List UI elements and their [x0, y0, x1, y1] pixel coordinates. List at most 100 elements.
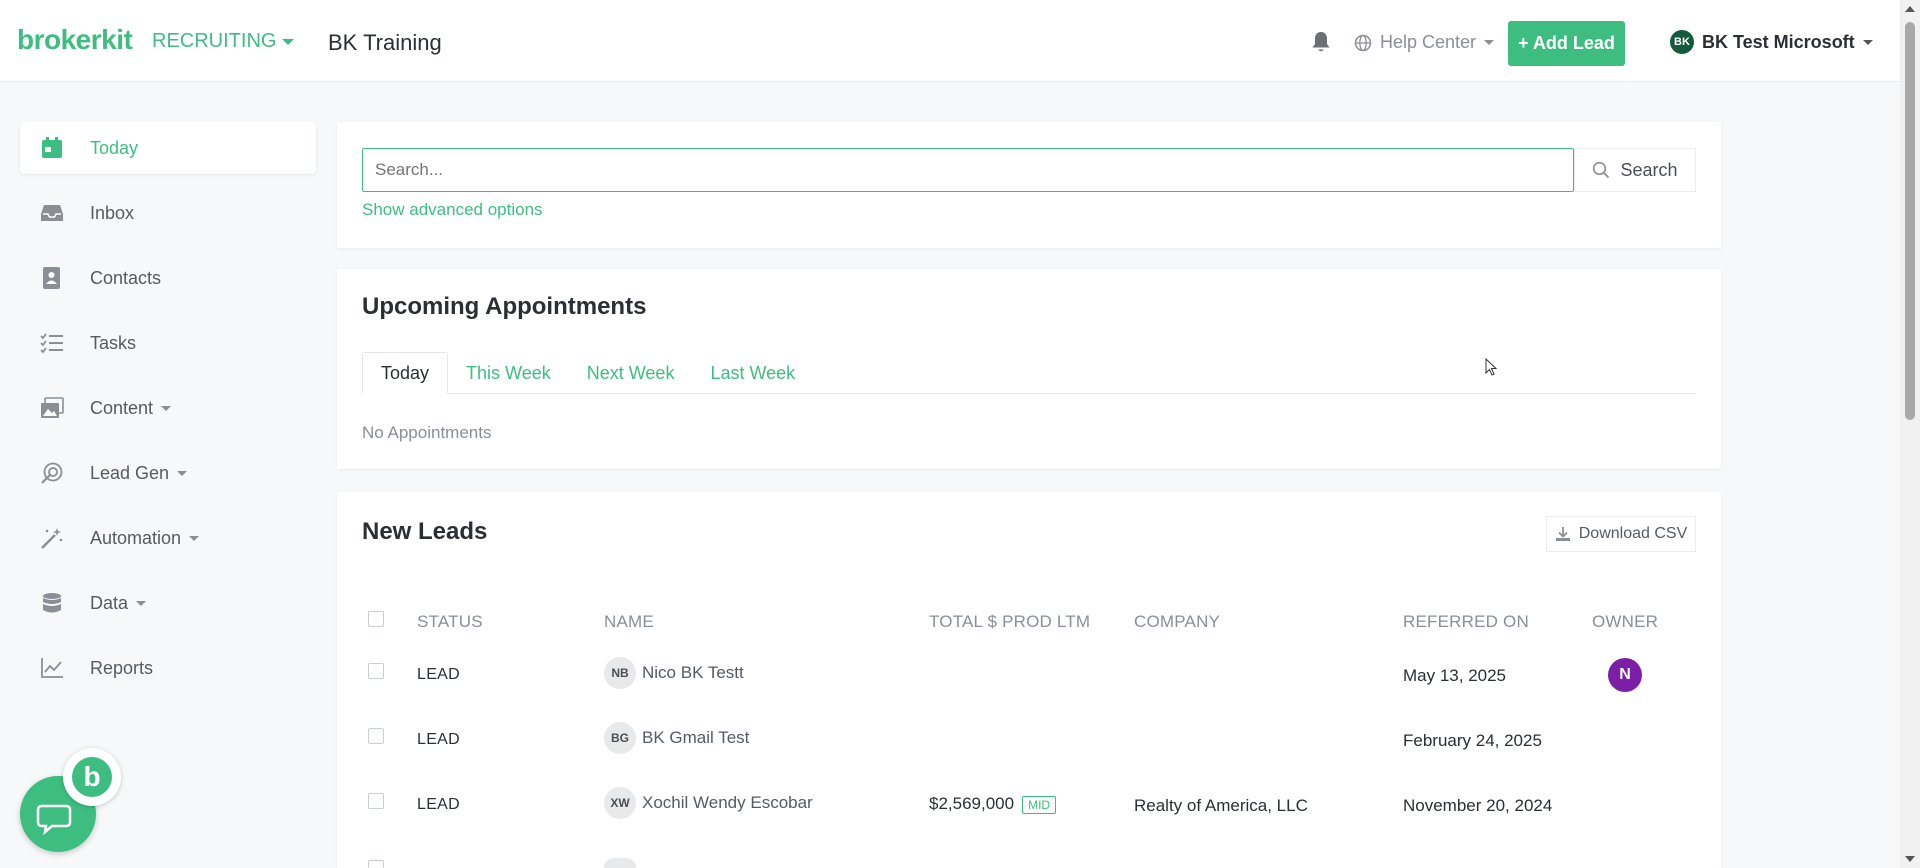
download-csv-button[interactable]: Download CSV	[1546, 516, 1696, 552]
contacts-icon	[43, 267, 60, 289]
brokerkit-logo[interactable]: brokerkit	[17, 24, 133, 56]
tab-next-week[interactable]: Next Week	[569, 352, 693, 394]
chevron-down-icon	[161, 405, 172, 411]
sidebar: Today Inbox Contacts Tasks Content Lead …	[20, 122, 316, 707]
referred-date: November 20, 2024	[1403, 796, 1553, 815]
lead-name-link[interactable]: NB Nico BK Testt	[604, 657, 744, 689]
workspace-name: BK Training	[328, 30, 442, 55]
user-name: BK Test Microsoft	[1702, 31, 1855, 52]
brokerkit-assistant-button[interactable]: b	[63, 748, 121, 806]
appointments-card: Upcoming Appointments Today This Week Ne…	[337, 269, 1721, 469]
select-all-checkbox[interactable]	[368, 611, 384, 627]
column-header-prod[interactable]: TOTAL $ PROD LTM	[929, 612, 1090, 632]
search-button-label: Search	[1620, 159, 1678, 180]
table-row[interactable]: LEAD XW Xochil Wendy Escobar $2,569,000 M…	[337, 772, 1721, 837]
appointments-title: Upcoming Appointments	[362, 293, 647, 320]
sidebar-item-label: Reports	[90, 657, 154, 678]
page-scrollbar[interactable]	[1900, 0, 1920, 868]
top-navbar: brokerkit RECRUITING BK Training Help Ce…	[0, 0, 1900, 82]
column-header-status[interactable]: STATUS	[417, 612, 483, 632]
search-button[interactable]: Search	[1574, 148, 1696, 192]
tab-last-week[interactable]: Last Week	[692, 352, 813, 394]
database-icon	[43, 593, 61, 613]
chevron-down-icon	[1484, 40, 1495, 45]
sidebar-item-label: Contacts	[90, 267, 162, 288]
product-switcher[interactable]: RECRUITING	[152, 30, 295, 53]
sidebar-item-inbox[interactable]: Inbox	[20, 187, 316, 239]
lead-initials-avatar	[604, 858, 636, 868]
scrollbar-thumb[interactable]	[1905, 22, 1915, 420]
scroll-down-arrow-icon[interactable]	[1905, 856, 1915, 862]
content-icon	[41, 397, 64, 418]
sidebar-item-lead-gen[interactable]: Lead Gen	[20, 447, 316, 499]
lead-initials-avatar: BG	[604, 722, 636, 754]
column-header-owner[interactable]: OWNER	[1592, 612, 1658, 632]
new-leads-title: New Leads	[362, 518, 488, 545]
tab-today[interactable]: Today	[362, 352, 449, 394]
lead-status: LEAD	[417, 731, 460, 748]
sidebar-item-label: Lead Gen	[90, 462, 170, 483]
referred-date: February 24, 2025	[1403, 731, 1542, 750]
lead-name-link[interactable]: XW Xochil Wendy Escobar	[604, 787, 813, 819]
add-lead-button[interactable]: + Add Lead	[1508, 21, 1625, 66]
lead-initials-avatar: XW	[604, 787, 636, 819]
sidebar-item-data[interactable]: Data	[20, 577, 316, 629]
search-icon	[1593, 161, 1610, 179]
lead-status: LEAD	[417, 796, 460, 813]
owner-initial: N	[1608, 658, 1642, 692]
lead-name: Xochil Wendy Escobar	[642, 793, 813, 812]
column-header-company[interactable]: COMPANY	[1134, 612, 1220, 632]
row-checkbox[interactable]	[368, 860, 384, 868]
sidebar-item-label: Data	[90, 592, 129, 613]
sidebar-item-contacts[interactable]: Contacts	[20, 252, 316, 304]
production-value: $2,569,000 MID	[929, 794, 1057, 814]
search-input[interactable]	[362, 148, 1574, 192]
download-csv-label: Download CSV	[1578, 525, 1688, 542]
column-header-name[interactable]: NAME	[604, 612, 654, 632]
product-label: RECRUITING	[152, 30, 277, 52]
owner-avatar[interactable]: N	[1608, 658, 1642, 692]
sidebar-item-label: Automation	[90, 527, 182, 548]
row-checkbox[interactable]	[368, 663, 384, 679]
sidebar-item-today[interactable]: Today	[20, 122, 316, 174]
lead-initials-avatar: NB	[604, 657, 636, 689]
scroll-up-arrow-icon[interactable]	[1905, 6, 1915, 12]
globe-icon	[1354, 34, 1372, 51]
row-checkbox[interactable]	[368, 728, 384, 744]
tasks-icon	[40, 333, 63, 354]
mouse-cursor-icon	[1485, 358, 1497, 376]
tab-this-week[interactable]: This Week	[448, 352, 569, 394]
search-card: Search Show advanced options	[337, 122, 1721, 248]
advanced-options-link[interactable]: Show advanced options	[362, 200, 543, 220]
magic-wand-icon	[41, 528, 63, 549]
sidebar-item-label: Tasks	[90, 332, 137, 353]
production-amount: $2,569,000	[929, 794, 1015, 813]
calendar-icon	[42, 137, 62, 158]
download-icon	[1555, 527, 1570, 541]
sidebar-item-reports[interactable]: Reports	[20, 642, 316, 694]
sidebar-item-label: Inbox	[90, 202, 135, 223]
lead-name: Nico BK Testt	[642, 663, 744, 682]
row-checkbox[interactable]	[368, 793, 384, 809]
lead-name: BK Gmail Test	[642, 728, 750, 747]
bell-icon[interactable]	[1310, 30, 1332, 54]
user-menu[interactable]: BK BK Test Microsoft	[1670, 30, 1873, 54]
chevron-down-icon	[177, 470, 188, 476]
lead-name-link[interactable]: BG BK Gmail Test	[604, 722, 749, 754]
tier-badge: MID	[1022, 795, 1057, 814]
table-row[interactable]: LEAD NB Nico BK Testt May 13, 2025 N	[337, 642, 1721, 707]
lead-status: LEAD	[417, 666, 460, 683]
sidebar-item-content[interactable]: Content	[20, 382, 316, 434]
company-name: Realty of America, LLC	[1134, 796, 1308, 815]
sidebar-item-tasks[interactable]: Tasks	[20, 317, 316, 369]
chevron-down-icon	[282, 38, 295, 45]
table-row[interactable]: LEAD BG BK Gmail Test February 24, 2025	[337, 707, 1721, 772]
sidebar-item-label: Content	[90, 397, 154, 418]
sidebar-item-automation[interactable]: Automation	[20, 512, 316, 564]
column-header-referred-on[interactable]: REFERRED ON	[1403, 612, 1529, 632]
help-center-menu[interactable]: Help Center	[1354, 32, 1495, 53]
chevron-down-icon	[189, 535, 200, 541]
chevron-down-icon	[1862, 39, 1873, 45]
lead-gen-icon	[41, 462, 63, 484]
sidebar-item-label: Today	[90, 137, 139, 158]
